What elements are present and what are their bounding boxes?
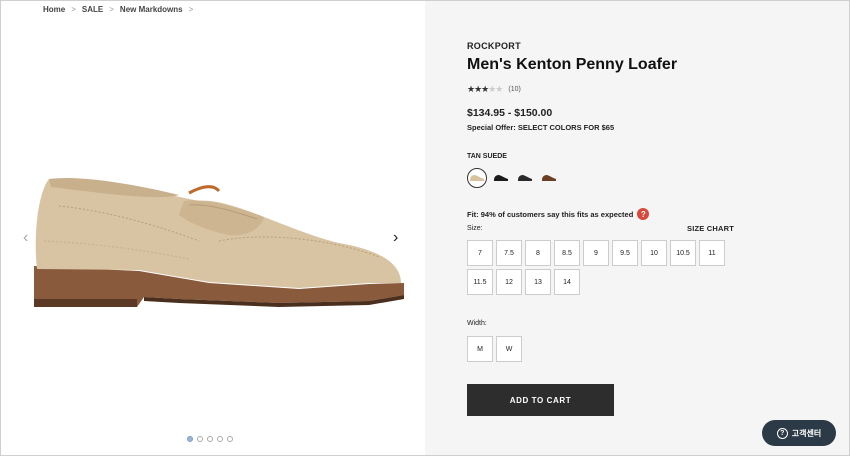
gallery-dot[interactable] xyxy=(217,436,223,442)
size-option[interactable]: 7.5 xyxy=(496,240,522,266)
fit-info: Fit: 94% of customers say this fits as e… xyxy=(467,208,650,220)
special-offer: Special Offer: SELECT COLORS FOR $65 xyxy=(467,123,615,132)
gallery-dot[interactable] xyxy=(197,436,203,442)
fit-text: Fit: 94% of customers say this fits as e… xyxy=(467,209,634,219)
product-details: ROCKPORT Men's Kenton Penny Loafer ★★★★★… xyxy=(425,1,849,455)
shoe-thumb-icon xyxy=(470,175,484,181)
size-option[interactable]: 11.5 xyxy=(467,269,493,295)
gallery-dots xyxy=(187,436,233,442)
size-label: Size: xyxy=(467,225,483,232)
color-swatches xyxy=(467,168,559,188)
product-gallery: ‹ › xyxy=(1,1,425,455)
gallery-prev-button[interactable]: ‹ xyxy=(23,229,28,247)
color-label: TAN SUEDE xyxy=(467,153,507,160)
width-option[interactable]: W xyxy=(496,336,522,362)
size-option[interactable]: 8 xyxy=(525,240,551,266)
breadcrumb-new-markdowns[interactable]: New Markdowns xyxy=(120,5,183,14)
size-chart-link[interactable]: SIZE CHART xyxy=(687,224,734,233)
size-option[interactable]: 12 xyxy=(496,269,522,295)
gallery-dot[interactable] xyxy=(207,436,213,442)
breadcrumb-separator: > xyxy=(188,5,194,14)
shoe-thumb-icon xyxy=(542,175,556,181)
size-option[interactable]: 13 xyxy=(525,269,551,295)
size-option[interactable]: 7 xyxy=(467,240,493,266)
customer-service-button[interactable]: ? 고객센터 xyxy=(762,420,836,446)
review-count[interactable]: (10) xyxy=(508,86,520,93)
shoe-thumb-icon xyxy=(494,175,508,181)
shoe-thumb-icon xyxy=(518,175,532,181)
breadcrumb-sale[interactable]: SALE xyxy=(82,5,103,14)
size-option[interactable]: 9.5 xyxy=(612,240,638,266)
size-option[interactable]: 10.5 xyxy=(670,240,696,266)
swatch-dark[interactable] xyxy=(515,168,535,188)
add-to-cart-button[interactable]: ADD TO CART xyxy=(467,384,614,416)
size-option[interactable]: 14 xyxy=(554,269,580,295)
gallery-next-button[interactable]: › xyxy=(393,229,398,247)
size-option[interactable]: 9 xyxy=(583,240,609,266)
customer-service-label: 고객센터 xyxy=(791,428,822,438)
product-brand[interactable]: ROCKPORT xyxy=(467,41,521,51)
size-option[interactable]: 8.5 xyxy=(554,240,580,266)
product-price: $134.95 - $150.00 xyxy=(467,107,553,119)
size-options: 7 7.5 8 8.5 9 9.5 10 10.5 11 11.5 12 13 … xyxy=(467,240,725,295)
size-option[interactable]: 10 xyxy=(641,240,667,266)
breadcrumb-home[interactable]: Home xyxy=(43,5,65,14)
breadcrumb: Home > SALE > New Markdowns > xyxy=(43,5,193,14)
gallery-dot[interactable] xyxy=(187,436,193,442)
breadcrumb-separator: > xyxy=(109,5,114,14)
width-options: M W xyxy=(467,336,522,362)
question-icon: ? xyxy=(776,427,788,439)
width-option[interactable]: M xyxy=(467,336,493,362)
star-rating-icon: ★★★★★ xyxy=(467,84,503,94)
product-image xyxy=(34,177,404,307)
swatch-brown[interactable] xyxy=(539,168,559,188)
product-rating[interactable]: ★★★★★ (10) xyxy=(467,84,521,95)
product-title: Men's Kenton Penny Loafer xyxy=(467,56,678,73)
breadcrumb-separator: > xyxy=(71,5,76,14)
swatch-black[interactable] xyxy=(491,168,511,188)
question-icon[interactable]: ? xyxy=(637,208,650,220)
gallery-dot[interactable] xyxy=(227,436,233,442)
width-label: Width: xyxy=(467,320,487,327)
size-option[interactable]: 11 xyxy=(699,240,725,266)
swatch-tan-suede[interactable] xyxy=(467,168,487,188)
